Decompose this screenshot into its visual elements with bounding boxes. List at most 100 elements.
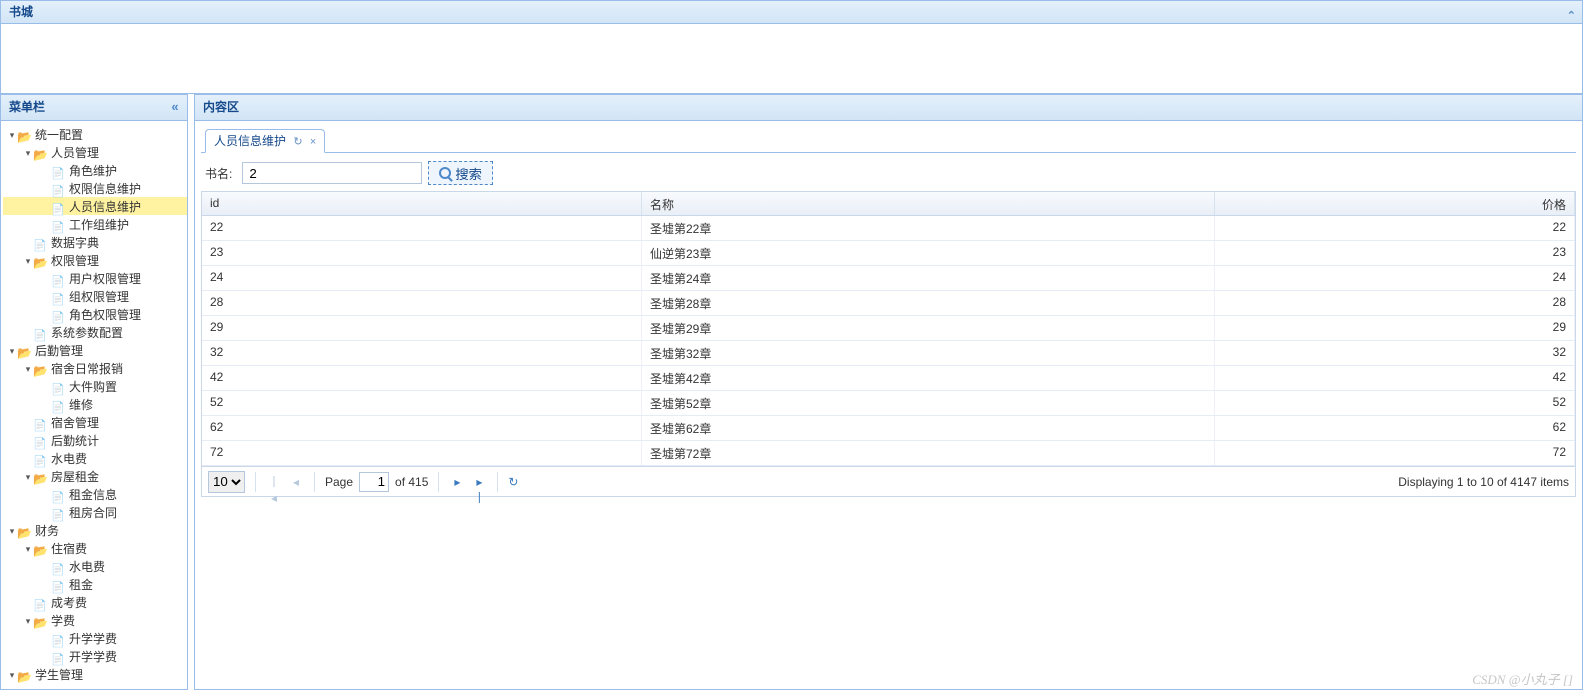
- tree-node-label: 水电费: [69, 560, 105, 574]
- data-grid: id 名称 价格 22圣墟第22章2223仙逆第23章2324圣墟第24章242…: [201, 191, 1576, 467]
- file-icon: [33, 596, 49, 610]
- table-row[interactable]: 72圣墟第72章72: [202, 441, 1575, 466]
- tree-node-label: 人员管理: [51, 146, 99, 160]
- tree-toggle-icon[interactable]: ▾: [23, 612, 33, 630]
- table-row[interactable]: 23仙逆第23章23: [202, 241, 1575, 266]
- search-button[interactable]: 搜索: [428, 161, 493, 185]
- tab-refresh-icon[interactable]: ↻: [293, 136, 302, 148]
- search-input[interactable]: [242, 162, 422, 184]
- col-price[interactable]: 价格: [1215, 192, 1575, 215]
- tree-toggle-icon[interactable]: ▾: [7, 342, 17, 360]
- tree-node[interactable]: 开学学费: [3, 647, 187, 665]
- content-title: 内容区: [203, 100, 239, 114]
- pager-first-icon[interactable]: 丨◂: [266, 474, 282, 490]
- page-size-select[interactable]: 10: [208, 471, 245, 493]
- cell-name: 仙逆第23章: [642, 241, 1215, 265]
- cell-id: 32: [202, 341, 642, 365]
- tab-person-info[interactable]: 人员信息维护 ↻ ×: [205, 129, 325, 153]
- tree-node[interactable]: 系统参数配置: [3, 323, 187, 341]
- titlebar-collapse-icon[interactable]: ⌃: [1567, 5, 1576, 27]
- tree-node[interactable]: 大件购置: [3, 377, 187, 395]
- tree-node[interactable]: ▾宿舍日常报销: [3, 359, 187, 377]
- table-row[interactable]: 28圣墟第28章28: [202, 291, 1575, 316]
- sidebar-collapse-icon[interactable]: «: [167, 99, 183, 115]
- cell-name: 圣墟第32章: [642, 341, 1215, 365]
- tree-node[interactable]: 维修: [3, 395, 187, 413]
- table-row[interactable]: 22圣墟第22章22: [202, 216, 1575, 241]
- table-row[interactable]: 62圣墟第62章62: [202, 416, 1575, 441]
- tree-node[interactable]: ▾ 人员管理: [3, 143, 187, 161]
- tree-node[interactable]: 租金信息: [3, 485, 187, 503]
- tree-node-label: 角色维护: [69, 164, 117, 178]
- col-id[interactable]: id: [202, 192, 642, 215]
- tree-toggle-icon[interactable]: ▾: [23, 252, 33, 270]
- sidebar-tree: ▾统一配置▾人员管理角色维护权限信息维护人员信息维护工作组维护数据字典▾权限管理…: [1, 121, 187, 689]
- pager-separator: [314, 472, 315, 492]
- tree-toggle-icon[interactable]: ▾: [7, 522, 17, 540]
- file-icon: [51, 506, 67, 520]
- search-button-label: 搜索: [455, 164, 482, 183]
- tree-node[interactable]: ▾ 后勤管理: [3, 341, 187, 359]
- cell-id: 28: [202, 291, 642, 315]
- tree-node[interactable]: ▾统一配置: [3, 125, 187, 143]
- tree-node[interactable]: 角色权限管理: [3, 305, 187, 323]
- tree-node[interactable]: ▾学费: [3, 611, 187, 629]
- tree-toggle-icon[interactable]: ▾: [7, 666, 17, 684]
- pager-page-input[interactable]: [359, 472, 389, 492]
- pager-prev-icon[interactable]: ◂: [288, 474, 304, 490]
- table-row[interactable]: 24圣墟第24章24: [202, 266, 1575, 291]
- tree-toggle-icon[interactable]: ▾: [23, 360, 33, 378]
- tree-node[interactable]: ▾房屋租金: [3, 467, 187, 485]
- tree-node[interactable]: ▾ 财务: [3, 521, 187, 539]
- table-row[interactable]: 32圣墟第32章32: [202, 341, 1575, 366]
- tree-node-label: 水电费: [51, 452, 87, 466]
- tree-toggle-icon[interactable]: ▾: [23, 468, 33, 486]
- tab-close-icon[interactable]: ×: [310, 136, 316, 148]
- pager-last-icon[interactable]: ▸丨: [471, 474, 487, 490]
- tree-node-label: 后勤管理: [35, 344, 83, 358]
- tree-node[interactable]: 宿舍管理: [3, 413, 187, 431]
- tree-node[interactable]: 租房合同: [3, 503, 187, 521]
- tree-node[interactable]: ▾ 权限管理: [3, 251, 187, 269]
- cell-price: 32: [1215, 341, 1575, 365]
- pager-next-icon[interactable]: ▸: [449, 474, 465, 490]
- tree-node-label: 学生管理: [35, 668, 83, 682]
- tree-node[interactable]: ▾住宿费: [3, 539, 187, 557]
- tree-toggle-icon[interactable]: ▾: [23, 144, 33, 162]
- table-row[interactable]: 29圣墟第29章29: [202, 316, 1575, 341]
- cell-price: 72: [1215, 441, 1575, 465]
- tree-node[interactable]: 后勤统计: [3, 431, 187, 449]
- tree-node[interactable]: 租金: [3, 575, 187, 593]
- header-spacer: [0, 24, 1583, 94]
- tree-node-label: 权限管理: [51, 254, 99, 268]
- table-row[interactable]: 42圣墟第42章42: [202, 366, 1575, 391]
- tree-node[interactable]: 角色维护: [3, 161, 187, 179]
- tree-node[interactable]: 成考费: [3, 593, 187, 611]
- tree-node[interactable]: 用户权限管理: [3, 269, 187, 287]
- tree-node[interactable]: ▾ 学生管理: [3, 665, 187, 683]
- tree-toggle-icon[interactable]: ▾: [23, 540, 33, 558]
- tree-node[interactable]: 组权限管理: [3, 287, 187, 305]
- tree-node-label: 租金信息: [69, 488, 117, 502]
- pager-refresh-icon[interactable]: ↻: [508, 475, 518, 489]
- tree-toggle-icon[interactable]: ▾: [7, 126, 17, 144]
- tree-node[interactable]: 权限信息维护: [3, 179, 187, 197]
- file-icon: [33, 416, 49, 430]
- tree-node[interactable]: 水电费: [3, 449, 187, 467]
- folder-icon: [33, 254, 49, 268]
- file-icon: [33, 452, 49, 466]
- table-row[interactable]: 52圣墟第52章52: [202, 391, 1575, 416]
- tree-node-label: 数据字典: [51, 236, 99, 250]
- tree-node[interactable]: 升学学费: [3, 629, 187, 647]
- col-name[interactable]: 名称: [642, 192, 1215, 215]
- folder-icon: [17, 344, 33, 358]
- tree-node-label: 财务: [35, 524, 59, 538]
- folder-icon: [33, 362, 49, 376]
- tree-node[interactable]: 工作组维护: [3, 215, 187, 233]
- tree-node[interactable]: 人员信息维护: [3, 197, 187, 215]
- tree-node[interactable]: 水电费: [3, 557, 187, 575]
- tree-node-label: 组权限管理: [69, 290, 129, 304]
- file-icon: [51, 308, 67, 322]
- tree-node[interactable]: 数据字典: [3, 233, 187, 251]
- app-title: 书城: [9, 5, 33, 19]
